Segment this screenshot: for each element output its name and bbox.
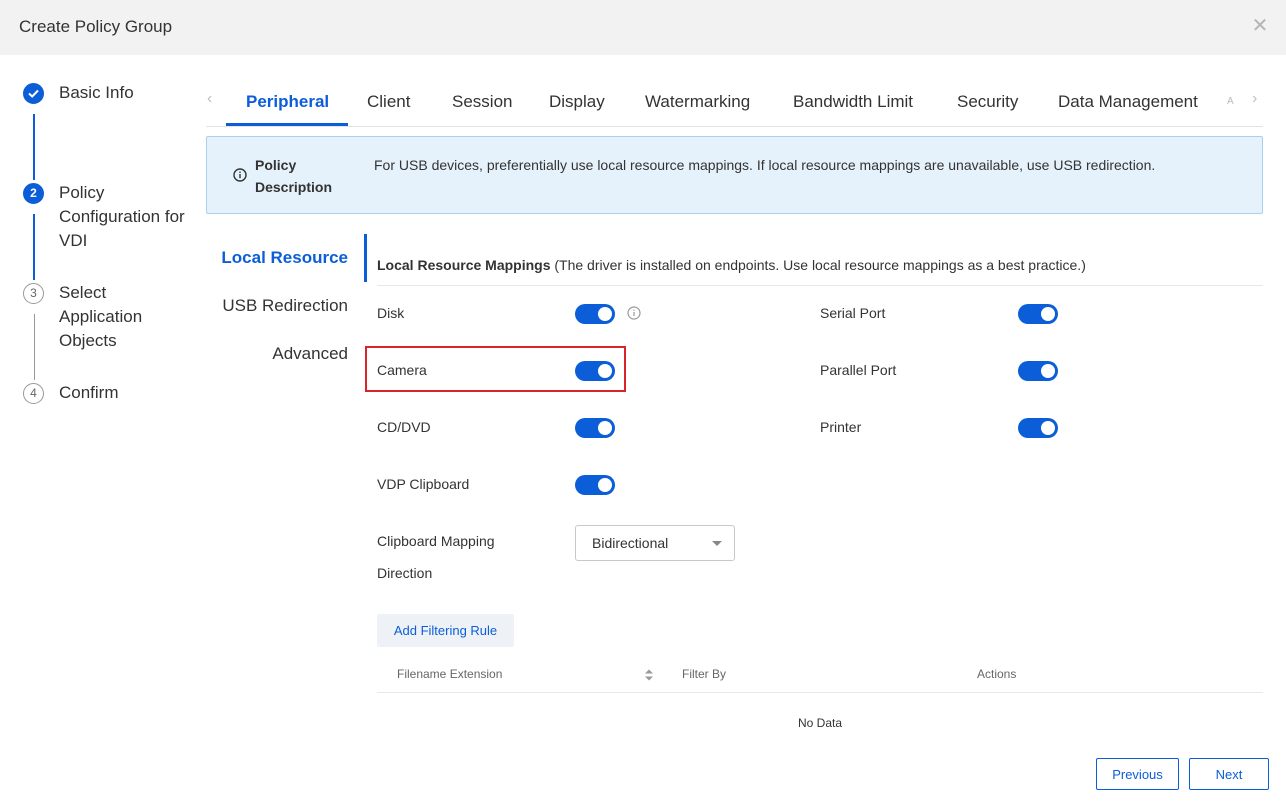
section-note: (The driver is installed on endpoints. U…: [550, 257, 1086, 273]
active-tab-indicator: [226, 123, 348, 126]
disk-toggle[interactable]: [575, 304, 615, 324]
step-confirm[interactable]: Confirm: [59, 381, 189, 405]
chevron-left-icon[interactable]: ‹: [207, 90, 212, 108]
tab-session[interactable]: Session: [452, 92, 512, 112]
toggle-knob: [598, 421, 612, 435]
step-connector: [33, 214, 35, 280]
add-filtering-rule-button[interactable]: Add Filtering Rule: [377, 614, 514, 647]
section-heading: Local Resource Mappings: [377, 257, 551, 273]
clipboard-direction-select[interactable]: Bidirectional: [575, 525, 735, 561]
next-button[interactable]: Next: [1189, 758, 1269, 790]
info-icon: [233, 168, 247, 182]
cddvd-label: CD/DVD: [377, 419, 431, 435]
sort-icon[interactable]: [644, 668, 654, 682]
tab-peripheral[interactable]: Peripheral: [246, 92, 329, 112]
clipboard-direction-label-line2: Direction: [377, 565, 433, 581]
tab-overflow[interactable]: A: [1227, 96, 1234, 107]
tab-security[interactable]: Security: [957, 92, 1018, 112]
step-select-application-objects[interactable]: Select Application Objects: [59, 281, 189, 353]
column-filename-extension[interactable]: Filename Extension: [397, 667, 502, 681]
toggle-knob: [598, 478, 612, 492]
previous-button[interactable]: Previous: [1096, 758, 1179, 790]
step-number-badge: 2: [23, 183, 44, 204]
step-number-badge: 4: [23, 383, 44, 404]
cddvd-toggle[interactable]: [575, 418, 615, 438]
tab-bar: ‹ Peripheral Client Session Display Wate…: [206, 82, 1263, 127]
subnav-local-resource[interactable]: Local Resource: [188, 248, 348, 268]
table-empty-text: No Data: [797, 716, 843, 730]
column-actions: Actions: [977, 667, 1017, 681]
serial-port-toggle[interactable]: [1018, 304, 1058, 324]
step-done-icon: [23, 83, 44, 104]
toggle-knob: [1041, 364, 1055, 378]
subnav-advanced[interactable]: Advanced: [188, 344, 348, 364]
caret-down-icon: [712, 541, 722, 546]
printer-label: Printer: [820, 419, 862, 435]
dialog-header: Create Policy Group ✕: [0, 0, 1286, 55]
tab-client[interactable]: Client: [367, 92, 410, 112]
dialog-title: Create Policy Group: [19, 17, 173, 36]
divider: [377, 285, 1263, 286]
subnav-usb-redirection[interactable]: USB Redirection: [188, 296, 348, 316]
step-connector: [33, 114, 35, 180]
printer-toggle[interactable]: [1018, 418, 1058, 438]
vdp-clipboard-toggle[interactable]: [575, 475, 615, 495]
step-policy-configuration[interactable]: Policy Configuration for VDI: [59, 181, 189, 253]
policy-description-text: For USB devices, preferentially use loca…: [374, 157, 1156, 173]
clipboard-direction-label-line1: Clipboard Mapping: [377, 533, 495, 549]
chevron-right-icon[interactable]: ›: [1252, 90, 1257, 108]
table-divider: [377, 692, 1263, 693]
camera-highlight-box: [365, 346, 626, 392]
step-basic-info[interactable]: Basic Info: [59, 81, 189, 105]
parallel-port-toggle[interactable]: [1018, 361, 1058, 381]
vdp-clipboard-label: VDP Clipboard: [377, 476, 470, 492]
tab-bandwidth-limit[interactable]: Bandwidth Limit: [793, 92, 913, 112]
toggle-knob: [1041, 307, 1055, 321]
section-title: Local Resource Mappings (The driver is i…: [377, 257, 1086, 273]
toggle-knob: [598, 307, 612, 321]
tab-display[interactable]: Display: [549, 92, 605, 112]
column-filter-by: Filter By: [682, 667, 727, 681]
disk-label: Disk: [377, 305, 405, 321]
clipboard-direction-value: Bidirectional: [592, 535, 669, 551]
serial-port-label: Serial Port: [820, 305, 886, 321]
close-icon[interactable]: ✕: [1250, 14, 1270, 38]
tab-data-management[interactable]: Data Management: [1058, 92, 1198, 112]
help-icon[interactable]: [627, 306, 641, 320]
step-connector: [33, 314, 35, 380]
policy-description-label: Policy Description: [255, 157, 333, 195]
tab-watermarking[interactable]: Watermarking: [645, 92, 750, 112]
subnav-active-indicator: [364, 234, 367, 282]
step-number-badge: 3: [23, 283, 44, 304]
policy-description-box: Policy Description For USB devices, pref…: [206, 136, 1263, 214]
parallel-port-label: Parallel Port: [820, 362, 897, 378]
toggle-knob: [1041, 421, 1055, 435]
